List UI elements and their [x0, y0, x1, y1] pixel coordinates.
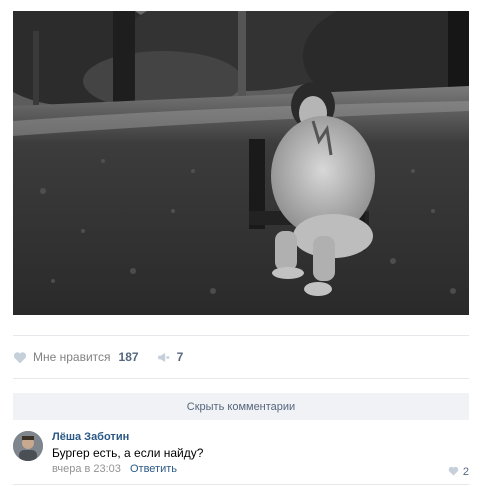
like-button[interactable]: Мне нравится 187	[13, 350, 139, 364]
comment-like-button[interactable]: 2	[448, 463, 469, 481]
share-button[interactable]: 7	[157, 350, 184, 364]
post-photo[interactable]	[13, 11, 469, 315]
divider	[13, 335, 469, 336]
heart-icon	[448, 463, 459, 481]
hide-comments-button[interactable]: Скрыть комментарии	[13, 393, 469, 420]
like-label: Мне нравится	[33, 350, 111, 364]
comment-text: Бургер есть, а если найду?	[52, 446, 204, 460]
divider	[13, 484, 469, 485]
comment-time: вчера в 23:03	[52, 463, 121, 475]
comment-like-count: 2	[462, 466, 469, 478]
comment-item: Лёша Заботин Бургер есть, а если найду? …	[13, 431, 469, 478]
like-count: 187	[118, 350, 139, 364]
post-actions: Мне нравится 187 7	[13, 346, 183, 368]
heart-icon	[13, 351, 27, 364]
megaphone-icon	[157, 351, 171, 364]
reply-link[interactable]: Ответить	[130, 463, 177, 475]
comment-author[interactable]: Лёша Заботин	[52, 431, 129, 443]
share-count: 7	[176, 350, 184, 364]
divider	[13, 378, 469, 379]
photo-image	[13, 11, 469, 315]
comment-meta: вчера в 23:03 Ответить	[52, 463, 177, 475]
avatar[interactable]	[13, 431, 43, 461]
